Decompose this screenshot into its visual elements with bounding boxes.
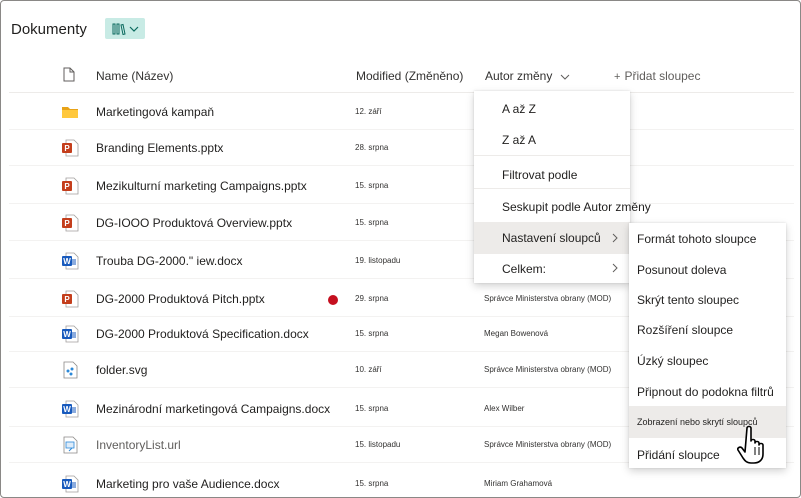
menu-item-move-left[interactable]: Posunout doleva	[629, 263, 786, 277]
table-row[interactable]: Mezikulturní marketing Campaigns.pptx 15…	[9, 168, 794, 204]
author-name: Správce Ministerstva obrany (MOD)	[484, 294, 612, 303]
word-icon	[61, 475, 79, 493]
file-name[interactable]: Mezinárodní marketingová Campaigns.docx	[96, 402, 330, 416]
menu-item-totals-label: Celkem:	[502, 262, 547, 276]
powerpoint-icon	[61, 139, 79, 157]
menu-item-format-column[interactable]: Formát tohoto sloupce	[629, 232, 786, 246]
folder-icon	[61, 103, 79, 121]
plus-icon: +	[614, 71, 621, 83]
menu-item-sort-z-a[interactable]: Z až A	[474, 133, 630, 147]
modified-date: 19. listopadu	[355, 256, 401, 265]
word-icon	[61, 400, 79, 418]
chevron-right-icon	[612, 233, 618, 243]
column-header-name[interactable]: Name (Název)	[96, 69, 173, 83]
file-name[interactable]: folder.svg	[96, 363, 147, 377]
column-context-menu: A až Z Z až A Filtrovat podle Seskupit p…	[474, 91, 651, 283]
hand-cursor-icon	[737, 425, 764, 464]
word-icon	[61, 252, 79, 270]
menu-item-widen-column[interactable]: Rozšíření sloupce	[629, 323, 786, 337]
file-name[interactable]: DG-2000 Produktová Pitch.pptx	[96, 292, 265, 306]
status-badge	[328, 295, 338, 305]
author-name: Správce Ministerstva obrany (MOD)	[484, 440, 612, 449]
menu-divider	[474, 188, 630, 189]
library-icon	[112, 23, 126, 35]
menu-item-sort-a-z[interactable]: A až Z	[474, 102, 630, 116]
document-library: Dokumenty Name (Název) Modified (Změněno…	[0, 0, 801, 498]
author-name: Alex Wilber	[484, 404, 525, 413]
menu-item-group-by[interactable]: Seskupit podle Autor změny	[474, 200, 651, 214]
table-row[interactable]: Branding Elements.pptx 28. srpna	[9, 130, 794, 166]
file-name[interactable]: InventoryList.url	[96, 438, 181, 452]
file-type-icon[interactable]	[63, 67, 75, 82]
modified-date: 15. srpna	[355, 479, 389, 488]
view-switcher-button[interactable]	[105, 18, 145, 39]
file-name[interactable]: Marketingová kampaň	[96, 105, 214, 119]
svg-file-icon	[61, 361, 79, 379]
add-column-label: Přidat sloupec	[624, 69, 701, 83]
menu-item-column-settings[interactable]: Nastavení sloupců	[474, 222, 630, 254]
menu-item-filter-by[interactable]: Filtrovat podle	[474, 168, 630, 182]
file-name[interactable]: Trouba DG-2000." iew.docx	[96, 254, 243, 268]
powerpoint-icon	[61, 177, 79, 195]
menu-item-column-settings-label: Nastavení sloupců	[502, 231, 601, 245]
menu-item-totals[interactable]: Celkem:	[474, 258, 630, 280]
file-name[interactable]: Mezikulturní marketing Campaigns.pptx	[96, 179, 307, 193]
file-name[interactable]: DG-IOOO Produktová Overview.pptx	[96, 216, 292, 230]
powerpoint-icon	[61, 214, 79, 232]
column-header-row: Name (Název) Modified (Změněno) Autor zm…	[9, 59, 794, 93]
modified-date: 15. srpna	[355, 218, 389, 227]
powerpoint-icon	[61, 290, 79, 308]
column-header-modified[interactable]: Modified (Změněno)	[356, 69, 463, 83]
menu-divider	[474, 155, 630, 156]
modified-date: 15. listopadu	[355, 440, 401, 449]
file-name[interactable]: Marketing pro vaše Audience.docx	[96, 477, 279, 491]
file-name[interactable]: Branding Elements.pptx	[96, 141, 223, 155]
chevron-down-icon	[129, 26, 138, 32]
word-icon	[61, 325, 79, 343]
column-header-author-label: Autor změny	[485, 69, 553, 83]
modified-date: 29. srpna	[355, 294, 389, 303]
column-header-author[interactable]: Autor změny	[485, 69, 570, 83]
author-name: Miriam Grahamová	[484, 479, 553, 488]
table-row[interactable]: Marketingová kampaň 12. září	[9, 94, 794, 130]
modified-date: 28. srpna	[355, 143, 389, 152]
chevron-down-icon	[560, 74, 570, 80]
modified-date: 15. srpna	[355, 181, 389, 190]
page-title: Dokumenty	[11, 21, 87, 38]
menu-item-hide-column[interactable]: Skrýt tento sloupec	[629, 293, 786, 307]
author-name: Správce Ministerstva obrany (MOD)	[484, 365, 612, 374]
url-file-icon	[61, 436, 79, 454]
modified-date: 12. září	[355, 107, 382, 116]
modified-date: 15. srpna	[355, 404, 389, 413]
modified-date: 10. září	[355, 365, 382, 374]
table-row[interactable]: Marketing pro vaše Audience.docx 15. srp…	[9, 466, 794, 498]
chevron-right-icon	[612, 263, 618, 273]
file-name[interactable]: DG-2000 Produktová Specification.docx	[96, 327, 309, 341]
add-column-button[interactable]: + Přidat sloupec	[614, 69, 700, 83]
modified-date: 15. srpna	[355, 329, 389, 338]
menu-item-narrow-column[interactable]: Úzký sloupec	[629, 354, 786, 368]
menu-item-pin-to-filters[interactable]: Připnout do podokna filtrů	[629, 385, 786, 399]
author-name: Megan Bowenová	[484, 329, 549, 338]
